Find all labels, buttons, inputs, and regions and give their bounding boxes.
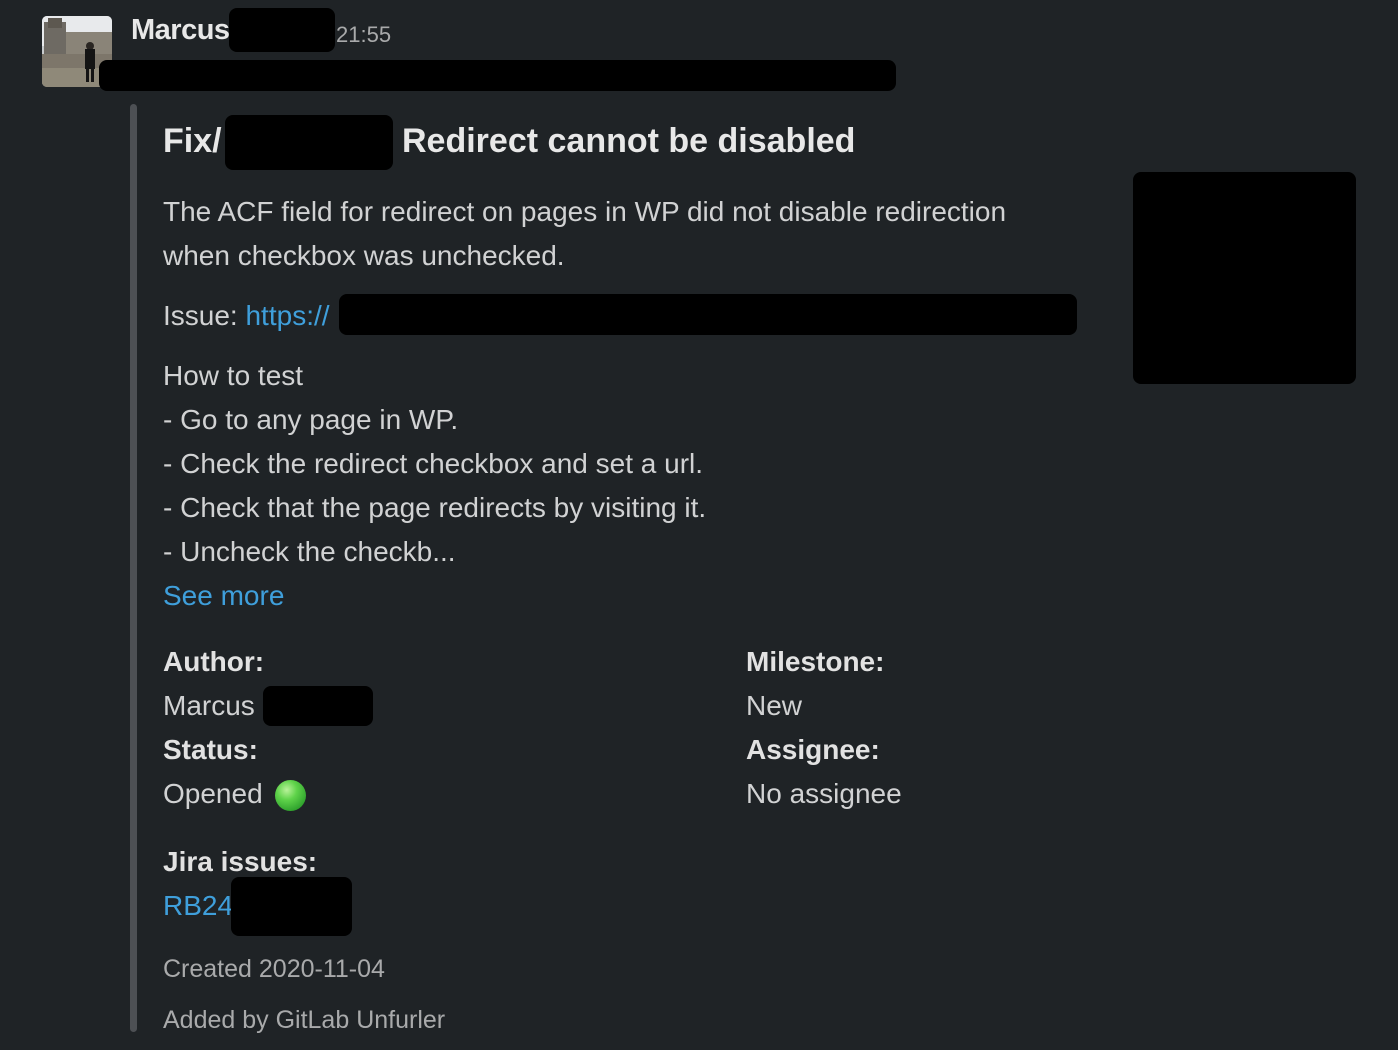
test-step: - Uncheck the checkb... [163, 536, 456, 567]
author-value: Marcus [163, 690, 255, 721]
test-step: - Check the redirect checkbox and set a … [163, 448, 704, 479]
milestone-value: New [746, 690, 803, 721]
status-value: Opened [163, 778, 263, 809]
redacted-surname [229, 8, 335, 52]
redacted-issue-url [339, 294, 1077, 335]
test-step: - Go to any page in WP. [163, 404, 459, 435]
jira-issues-label: Jira issues: [163, 846, 318, 877]
issue-link[interactable]: https:// [245, 300, 329, 331]
message-timestamp[interactable]: 21:55 [336, 22, 391, 48]
sender-name[interactable]: Marcus [131, 14, 230, 47]
created-date: Created 2020-11-04 [163, 955, 385, 983]
redacted-author-surname [263, 686, 373, 726]
test-step: - Check that the page redirects by visit… [163, 492, 707, 523]
description-line: when checkbox was unchecked. [163, 240, 565, 271]
see-more-link[interactable]: See more [163, 580, 284, 611]
author-label: Author: [163, 646, 265, 677]
redacted-jira-key [231, 877, 352, 936]
see-more-line: See more [163, 574, 284, 618]
assignee-label: Assignee: [746, 734, 880, 765]
green-circle-icon [275, 780, 306, 811]
redacted-message-text [99, 60, 896, 91]
how-to-test-heading: How to test [163, 360, 304, 391]
attachment-title[interactable]: Redirect cannot be disabled [402, 122, 855, 161]
milestone-label: Milestone: [746, 646, 885, 677]
assignee-value: No assignee [746, 778, 902, 809]
redacted-thumbnail [1133, 172, 1356, 384]
issue-label: Issue: [163, 300, 238, 331]
attachment-title-prefix[interactable]: Fix/ [163, 122, 222, 161]
redacted-title-part [225, 115, 393, 170]
jira-issue-link[interactable]: RB24 [163, 890, 233, 921]
status-label: Status: [163, 734, 258, 765]
issue-line: Issue: https:// [163, 294, 330, 338]
attachment-accent-bar [130, 104, 137, 1032]
added-by-footer: Added by GitLab Unfurler [163, 1006, 446, 1034]
jira-issue-line: RB24 [163, 890, 233, 922]
description-line: The ACF field for redirect on pages in W… [163, 196, 1007, 227]
